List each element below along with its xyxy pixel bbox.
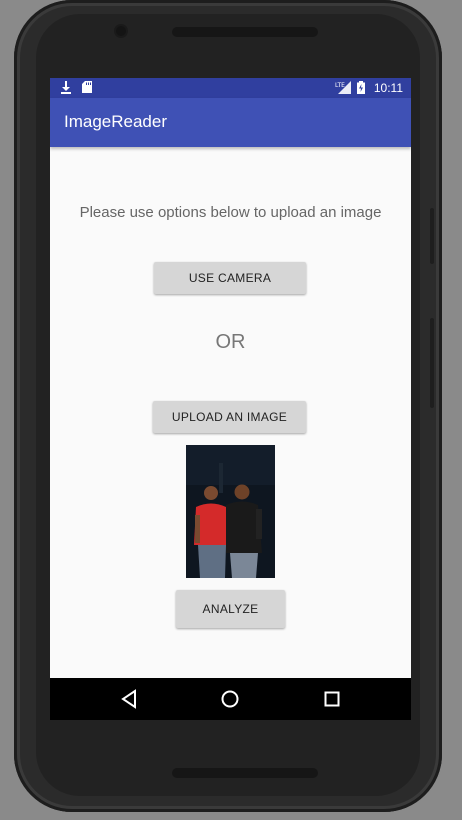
device-screen: LTE 10:11 ImageReader Please use options… (50, 78, 411, 720)
home-icon[interactable] (217, 686, 243, 712)
top-speaker (172, 27, 318, 37)
instruction-text: Please use options below to upload an im… (79, 204, 382, 221)
recents-icon[interactable] (319, 686, 345, 712)
sd-card-icon (82, 81, 92, 96)
back-icon[interactable] (116, 686, 142, 712)
front-camera (116, 26, 126, 36)
app-bar: ImageReader (50, 98, 411, 147)
battery-icon (357, 81, 365, 97)
use-camera-button[interactable]: USE CAMERA (154, 262, 306, 294)
app-title: ImageReader (64, 112, 168, 131)
power-button (430, 318, 434, 408)
upload-image-button[interactable]: UPLOAD AN IMAGE (153, 401, 306, 433)
analyze-button[interactable]: ANALYZE (176, 590, 285, 628)
lte-signal-icon: LTE (335, 81, 351, 97)
navigation-bar (50, 678, 411, 720)
svg-text:LTE: LTE (335, 82, 345, 89)
or-separator: OR (215, 331, 246, 353)
bottom-speaker (172, 768, 318, 778)
status-bar: LTE 10:11 (50, 78, 411, 98)
status-time: 10:11 (373, 81, 403, 95)
selected-image-preview (186, 445, 275, 578)
volume-button (430, 208, 434, 264)
download-icon (60, 81, 72, 97)
